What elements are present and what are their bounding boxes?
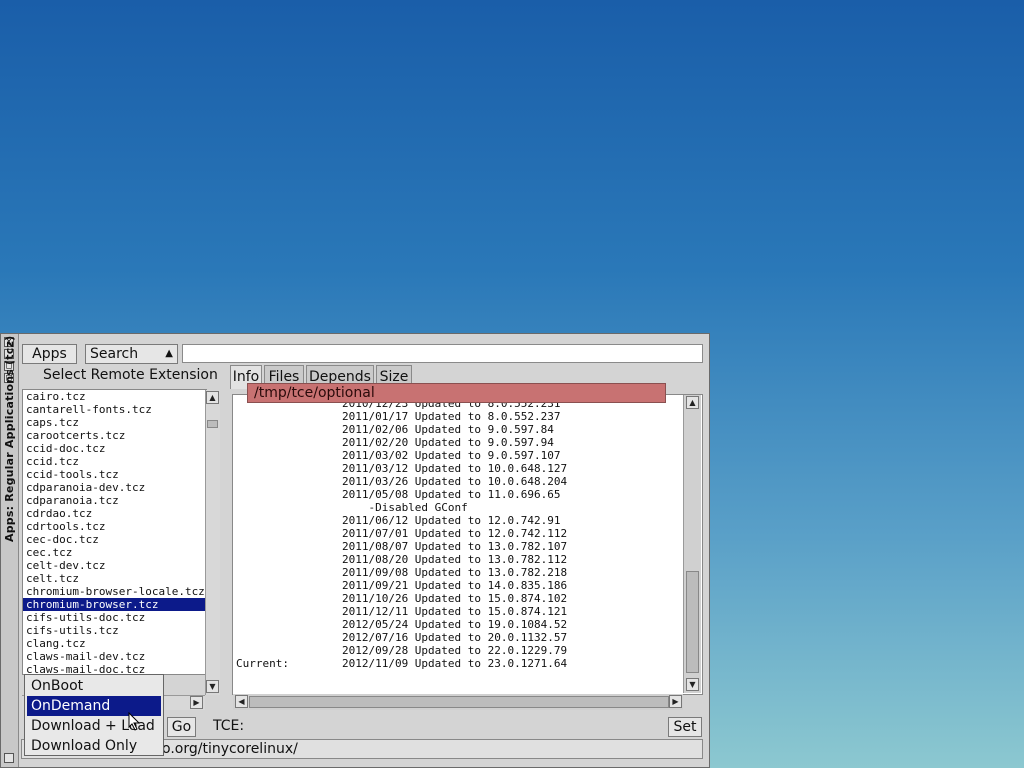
info-vscrollbar[interactable]: ▲ ▼ (683, 395, 701, 693)
list-item[interactable]: cdrtools.tcz (23, 520, 206, 533)
install-mode-menu[interactable]: OnBoot OnDemand Download + Load Download On… (24, 674, 164, 756)
tce-path-field[interactable]: /tmp/tce/optional (247, 383, 666, 403)
info-line: 2011/08/07 Updated to 13.0.782.107 (236, 540, 568, 553)
info-line: 2012/07/16 Updated to 20.0.1132.57 (236, 631, 568, 644)
window-titlebar[interactable]: x _ □ □ Apps: Regular Applications (tcz) (1, 334, 19, 767)
info-scroll-right-icon[interactable]: ▶ (669, 695, 682, 708)
info-scroll-up-icon[interactable]: ▲ (686, 396, 699, 409)
list-item[interactable]: chromium-browser-locale.tcz (23, 585, 206, 598)
tce-label: TCE: (213, 718, 245, 734)
info-line: 2011/03/02 Updated to 9.0.597.107 (236, 449, 561, 462)
install-mode-option[interactable]: Download Only (27, 736, 161, 756)
set-button[interactable]: Set (668, 717, 702, 737)
info-line: 2011/06/12 Updated to 12.0.742.91 (236, 514, 561, 527)
info-line: 2011/02/20 Updated to 9.0.597.94 (236, 436, 554, 449)
list-item[interactable]: cifs-utils-doc.tcz (23, 611, 206, 624)
info-line: Current: 2012/11/09 Updated to 23.0.1271… (236, 657, 568, 670)
resize-icon[interactable] (4, 753, 14, 763)
list-item[interactable]: claws-mail-dev.tcz (23, 650, 206, 663)
list-item[interactable]: ccid-doc.tcz (23, 442, 206, 455)
info-scroll-left-icon[interactable]: ◀ (235, 695, 248, 708)
list-item[interactable]: celt.tcz (23, 572, 206, 585)
info-line: 2012/05/24 Updated to 19.0.1084.52 (236, 618, 568, 631)
mouse-cursor-icon (128, 712, 141, 731)
info-line: 2011/03/12 Updated to 10.0.648.127 (236, 462, 568, 475)
list-heading: Select Remote Extension (43, 367, 218, 383)
list-item[interactable]: chromium-browser.tcz (23, 598, 206, 611)
scroll-right-icon[interactable]: ▶ (190, 696, 203, 709)
window-title: Apps: Regular Applications (tcz) (3, 335, 16, 542)
search-mode-label: Search (90, 346, 139, 362)
list-item[interactable]: clang.tcz (23, 637, 206, 650)
list-item[interactable]: cdrdao.tcz (23, 507, 206, 520)
list-item[interactable]: cifs-utils.tcz (23, 624, 206, 637)
list-item[interactable]: cdparanoia.tcz (23, 494, 206, 507)
list-item[interactable]: cec.tcz (23, 546, 206, 559)
scroll-thumb[interactable] (207, 420, 218, 428)
go-button[interactable]: Go (167, 717, 196, 737)
list-item[interactable]: celt-dev.tcz (23, 559, 206, 572)
info-hscrollbar[interactable]: ◀ ▶ (233, 694, 683, 710)
extension-list-items: cairo.tcz cantarell-fonts.tcz caps.tcz caro… (23, 390, 206, 674)
scroll-down-icon[interactable]: ▼ (206, 680, 219, 693)
info-line: 2011/03/26 Updated to 10.0.648.204 (236, 475, 568, 488)
install-mode-options: OnBoot OnDemand Download + Load Download On… (25, 675, 163, 756)
list-item[interactable]: carootcerts.tcz (23, 429, 206, 442)
extension-list[interactable]: cairo.tcz cantarell-fonts.tcz caps.tcz caro… (22, 389, 207, 675)
list-item[interactable]: ccid-tools.tcz (23, 468, 206, 481)
info-line: 2011/09/08 Updated to 13.0.782.218 (236, 566, 568, 579)
info-line: 2011/10/26 Updated to 15.0.874.102 (236, 592, 568, 605)
list-item[interactable]: cdparanoia-dev.tcz (23, 481, 206, 494)
extension-list-scrollbar[interactable]: ▲ ▼ (205, 390, 220, 695)
apps-menu-button[interactable]: Apps (22, 344, 77, 364)
info-scroll-down-icon[interactable]: ▼ (686, 678, 699, 691)
info-line: 2011/08/20 Updated to 13.0.782.112 (236, 553, 568, 566)
info-line: 2011/09/21 Updated to 14.0.835.186 (236, 579, 568, 592)
info-line: 2011/12/11 Updated to 15.0.874.121 (236, 605, 568, 618)
info-scroll-thumb[interactable] (686, 571, 699, 673)
list-item[interactable]: ccid.tcz (23, 455, 206, 468)
info-line: -Disabled GConf (236, 501, 468, 514)
scroll-up-icon[interactable]: ▲ (206, 391, 219, 404)
install-mode-option[interactable]: OnBoot (27, 676, 161, 696)
info-line: 2011/01/17 Updated to 8.0.552.237 (236, 410, 561, 423)
info-line: 2011/05/08 Updated to 11.0.696.65 (236, 488, 561, 501)
list-item[interactable]: cantarell-fonts.tcz (23, 403, 206, 416)
list-item[interactable]: cairo.tcz (23, 390, 206, 403)
info-line: 2012/09/28 Updated to 22.0.1229.79 (236, 644, 568, 657)
list-item[interactable]: caps.tcz (23, 416, 206, 429)
status-text: o.org/tinycorelinux/ (162, 741, 298, 757)
info-text-area[interactable]: 2010/12/23 Updated to 8.0.552.231 2011/0… (232, 394, 703, 695)
search-mode-select[interactable]: Search ▲ (85, 344, 178, 364)
info-hscroll-thumb[interactable] (249, 696, 669, 708)
info-line: 2011/02/06 Updated to 9.0.597.84 (236, 423, 554, 436)
updown-icon: ▲ (165, 348, 173, 359)
info-line: 2011/07/01 Updated to 12.0.742.112 (236, 527, 568, 540)
search-input[interactable] (182, 344, 703, 363)
list-item[interactable]: cec-doc.tcz (23, 533, 206, 546)
